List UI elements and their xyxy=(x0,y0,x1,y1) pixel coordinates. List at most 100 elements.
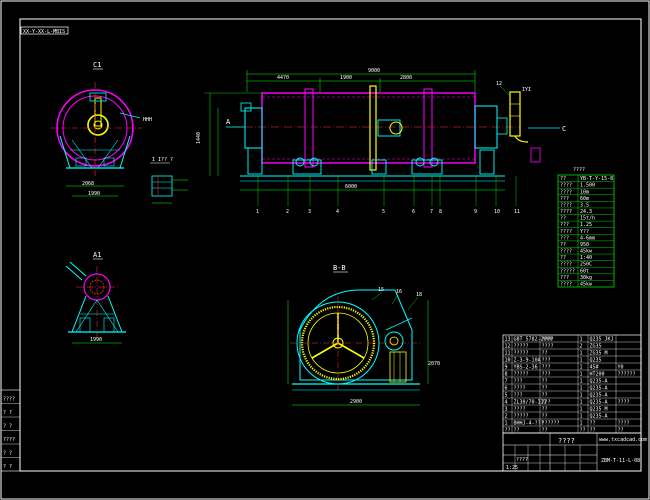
spec-row-value: 1:40 xyxy=(580,255,592,261)
bom-cell: Q235-A xyxy=(590,385,608,391)
arrow-a-label: A xyxy=(226,118,231,126)
view-c-label: C1 xyxy=(93,61,101,69)
bom-cell: ????? xyxy=(514,343,529,349)
spec-row-value: 60t xyxy=(580,268,589,274)
bom-cell: ??? xyxy=(514,378,523,384)
bom-cell: 1 xyxy=(580,336,583,342)
spec-row-key: ???? xyxy=(560,229,572,235)
spec-row-value: 1.25 xyxy=(580,222,592,228)
arrow-c-label: C xyxy=(562,125,566,133)
balloon-12: 12 xyxy=(496,81,502,87)
balloon-7: 7 xyxy=(430,209,433,215)
bom-cell: 11 xyxy=(505,350,511,356)
spec-table-title: ???? xyxy=(573,167,585,173)
balloon-8: 8 xyxy=(439,209,442,215)
main-elevation: 9000 4470 1900 2800 A C IYI 1440 6000 1 … xyxy=(196,68,566,215)
bom-cell: ???? xyxy=(618,399,630,405)
sheet-label: ???? xyxy=(516,457,528,463)
bom-cell: 7 xyxy=(505,378,508,384)
spec-row-key: ???? xyxy=(560,189,572,195)
bom-cell: 1 xyxy=(580,399,583,405)
mid-span-dim: 1900 xyxy=(340,75,352,81)
bom-cell: 1 xyxy=(580,413,583,419)
spec-row-key: ???? xyxy=(560,209,572,215)
revision-row-label: ? ? xyxy=(3,424,12,430)
height-dim: 1440 xyxy=(196,132,202,144)
spec-row-key: ??? xyxy=(560,222,569,228)
title-block: ???? www.txcadcad.com ZBM-T-11-L-08 1:25… xyxy=(502,432,647,472)
spec-row-value: 250C xyxy=(580,262,592,268)
view-c-tag: HHH xyxy=(143,117,152,123)
bom-cell: ???? xyxy=(618,420,630,426)
spec-row-key: ?? xyxy=(560,242,566,248)
revision-row-label: ? ? xyxy=(3,410,12,416)
spec-row-value: 4-6mm xyxy=(580,235,595,241)
bom-cell: 10 xyxy=(505,357,511,363)
right-span-dim: 2800 xyxy=(400,75,412,81)
bom-cell: 2 xyxy=(580,343,583,349)
bom-cell: ?? xyxy=(542,378,548,384)
spec-row-value: 45kw xyxy=(580,249,593,255)
spec-row-key: ??? xyxy=(560,235,569,241)
balloon-2: 2 xyxy=(286,209,289,215)
bom-header-cell: ?? xyxy=(618,427,624,433)
bom-cell: ???? xyxy=(514,385,526,391)
bom-cell: Q235 M xyxy=(590,406,608,412)
bom-cell: Q235-A xyxy=(590,399,608,405)
bom-cell: 1 xyxy=(580,392,583,398)
spec-table: ???? ?? YB-T-Y-15-8???? 1.500???? 10m??? 60m… xyxy=(557,167,615,288)
detail-view: I I?? ? xyxy=(150,157,188,204)
view-b-tag-18: 18 xyxy=(416,292,422,298)
bom-header-cell: ?? xyxy=(590,427,596,433)
spec-row-key: ???? xyxy=(560,282,572,288)
bom-cell: 1 xyxy=(580,371,583,377)
bom-cell: 1 xyxy=(580,364,583,370)
bom-cell: ??? xyxy=(514,392,523,398)
bom-cell: ??? xyxy=(542,364,551,370)
bom-cell: ????? xyxy=(514,371,529,377)
revision-row-label: ? ? xyxy=(3,451,12,457)
bom-cell: BHHJ-4-??? xyxy=(514,420,544,426)
spec-row-value: 10m xyxy=(580,189,589,195)
bom-cell: Z-3-9-10A xyxy=(514,357,541,363)
spec-row-value: 950 xyxy=(580,242,589,248)
revision-row-label: ???? xyxy=(3,397,15,403)
bom-table: 13 GBT 5782-2000???? 1 Q235 JKJ12????????? 2… xyxy=(502,334,642,433)
bom-cell: 6 xyxy=(505,385,508,391)
bom-cell: ?? xyxy=(542,350,548,356)
view-b-label: B-B xyxy=(333,264,346,272)
revision-row-label: ???? xyxy=(3,437,15,443)
bom-cell: ?? xyxy=(542,406,548,412)
bom-cell: 1 xyxy=(580,357,583,363)
spec-row-value: 1.500 xyxy=(580,183,595,189)
bom-cell: 1 xyxy=(580,406,583,412)
spec-row-value: 60m xyxy=(580,196,589,202)
spec-row-value: Y?? xyxy=(580,229,589,235)
revision-row-label: ? ? xyxy=(3,464,12,470)
bom-cell: 13 xyxy=(505,336,511,342)
bom-cell: 1 xyxy=(580,350,583,356)
balloon-6: 6 xyxy=(412,209,415,215)
code-stamp-text: XX-Y-XX-L-MBIS xyxy=(23,29,65,35)
spec-row-key: ??? xyxy=(560,275,569,281)
bom-header-cell: ?? xyxy=(542,427,548,433)
view-a-label: A1 xyxy=(93,251,101,259)
view-a: A1 1990 xyxy=(65,251,126,344)
bom-cell: Q235 xyxy=(590,357,602,363)
bom-cell: ???? xyxy=(542,343,554,349)
view-b-tag-15: 15 xyxy=(378,287,384,293)
bom-header-cell: ?? xyxy=(514,427,520,433)
spec-row-key: ???? xyxy=(560,262,572,268)
view-c: C1 HHH 2068 1990 xyxy=(50,61,152,197)
view-b-tag-16: 16 xyxy=(396,289,402,295)
bom-cell: 3 xyxy=(505,406,508,412)
bom-cell: ?????? xyxy=(542,420,560,426)
bom-cell: ZG35 M xyxy=(590,350,608,356)
view-b-width-dim: 2900 xyxy=(350,399,362,405)
bom-cell: ???? xyxy=(514,406,526,412)
overall-length-dim: 9000 xyxy=(368,68,380,74)
bom-cell: Q235-A xyxy=(590,392,608,398)
detail-view-label: I I?? ? xyxy=(152,157,173,163)
bom-cell: 45# xyxy=(590,364,599,370)
balloon-5: 5 xyxy=(382,209,385,215)
